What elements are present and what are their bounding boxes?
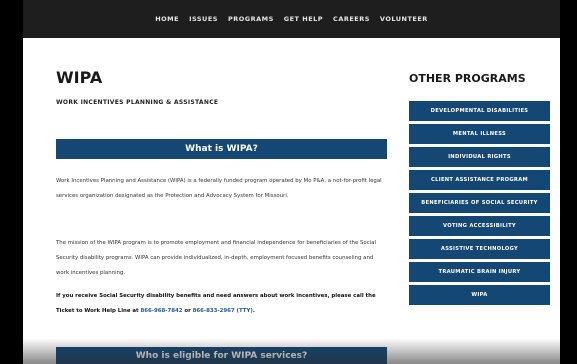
phone-link-tty[interactable]: 866-833-2967 (TTY) bbox=[193, 308, 253, 314]
sidebar-title: OTHER PROGRAMS bbox=[409, 72, 526, 85]
phone-link-1[interactable]: 866-968-7842 bbox=[141, 308, 183, 314]
page-subtitle: WORK INCENTIVES PLANNING & ASSISTANCE bbox=[56, 99, 219, 106]
mission-paragraph: The mission of the WIPA program is to pr… bbox=[56, 240, 376, 276]
sidebar-item-social-security[interactable]: BENEFICIARIES OF SOCIAL SECURITY bbox=[409, 193, 550, 213]
right-frame bbox=[560, 0, 577, 364]
intro-paragraph: Work Incentives Planning and Assistance … bbox=[56, 178, 382, 199]
sidebar-item-wipa[interactable]: WIPA bbox=[409, 285, 550, 305]
sidebar-item-voting-accessibility[interactable]: VOTING ACCESSIBILITY bbox=[409, 216, 550, 236]
sidebar-item-mental-illness[interactable]: MENTAL ILLNESS bbox=[409, 124, 550, 144]
sidebar-item-client-assistance[interactable]: CLIENT ASSISTANCE PROGRAM bbox=[409, 170, 550, 190]
what-is-wipa-heading: What is WIPA? bbox=[56, 139, 387, 159]
help-line-end: . bbox=[252, 308, 255, 314]
eligibility-heading: Who is eligible for WIPA services? bbox=[56, 347, 387, 364]
help-line-paragraph: If you receive Social Security disabilit… bbox=[56, 289, 388, 319]
page: HOME ISSUES PROGRAMS GET HELP CAREERS VO… bbox=[23, 0, 560, 364]
page-title: WIPA bbox=[56, 68, 103, 87]
help-line-or: or bbox=[184, 308, 191, 314]
nav-volunteer[interactable]: VOLUNTEER bbox=[380, 15, 428, 23]
sidebar-item-assistive-technology[interactable]: ASSISTIVE TECHNOLOGY bbox=[409, 239, 550, 259]
sidebar-item-developmental-disabilities[interactable]: DEVELOPMENTAL DISABILITIES bbox=[409, 101, 550, 121]
sidebar-program-list: DEVELOPMENTAL DISABILITIES MENTAL ILLNES… bbox=[409, 101, 550, 305]
sidebar-item-individual-rights[interactable]: INDIVIDUAL RIGHTS bbox=[409, 147, 550, 167]
sidebar-item-traumatic-brain-injury[interactable]: TRAUMATIC BRAIN INJURY bbox=[409, 262, 550, 282]
nav-get-help[interactable]: GET HELP bbox=[284, 15, 323, 23]
left-frame bbox=[0, 0, 23, 364]
nav-home[interactable]: HOME bbox=[155, 15, 179, 23]
top-navigation: HOME ISSUES PROGRAMS GET HELP CAREERS VO… bbox=[23, 0, 560, 38]
nav-careers[interactable]: CAREERS bbox=[333, 15, 370, 23]
nav-issues[interactable]: ISSUES bbox=[189, 15, 218, 23]
nav-programs[interactable]: PROGRAMS bbox=[228, 15, 274, 23]
